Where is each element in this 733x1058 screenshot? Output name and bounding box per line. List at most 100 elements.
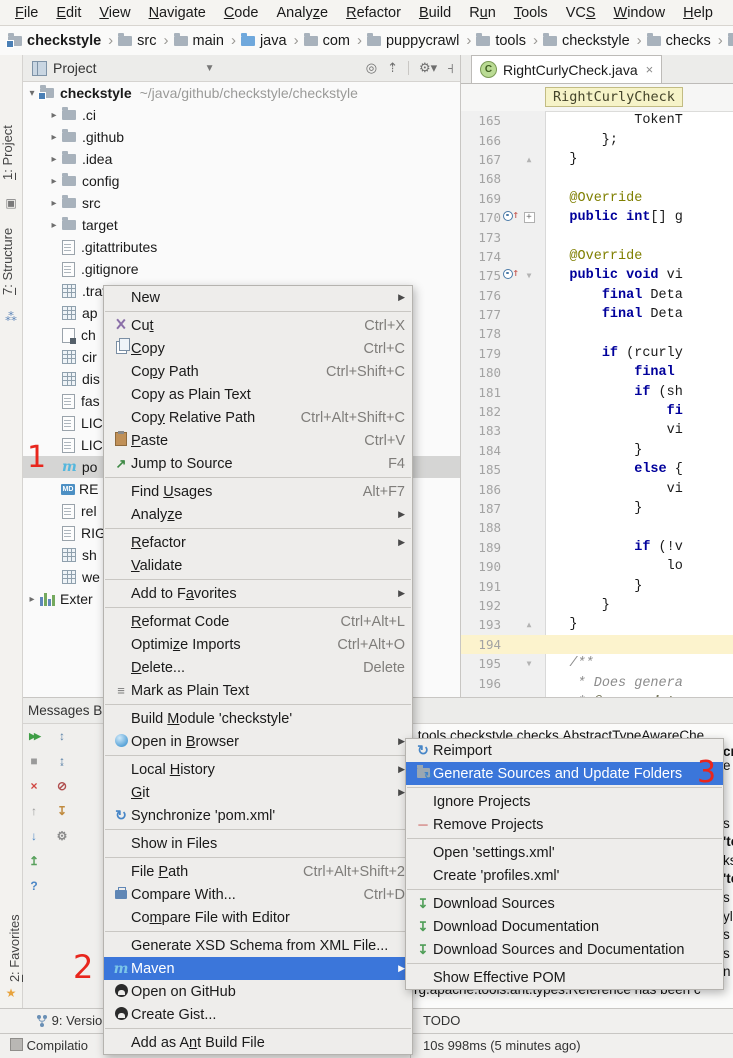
collapse-all-icon[interactable]: ↨ (54, 753, 70, 769)
tree-arrow-icon[interactable]: ▸ (26, 594, 38, 605)
code-area[interactable]: 165 TokenT166 };167▲ }168169 @Override17… (461, 111, 733, 697)
menubar-view[interactable]: View (90, 5, 139, 21)
context-menu-item-analyze[interactable]: Analyze▶ (104, 503, 412, 526)
context-menu-item-compare-with[interactable]: Compare With...Ctrl+D (104, 883, 412, 906)
context-menu-item-show-in-files[interactable]: Show in Files (104, 832, 412, 855)
context-menu-item-local-history[interactable]: Local History▶ (104, 758, 412, 781)
tree-item-ci[interactable]: ▸.ci (22, 104, 460, 126)
context-menu-item-synchronize-pom-xml[interactable]: ↻Synchronize 'pom.xml' (104, 804, 412, 827)
breadcrumb-com[interactable]: com (304, 33, 350, 49)
context-menu-item-open-on-github[interactable]: Open on GitHub (104, 980, 412, 1003)
close-icon[interactable]: × (26, 778, 42, 794)
context-menu-item-refactor[interactable]: Refactor▶ (104, 531, 412, 554)
menubar-analyze[interactable]: Analyze (268, 5, 338, 21)
context-menu-item-delete[interactable]: Delete...Delete (104, 656, 412, 679)
submenu-item-reimport[interactable]: ↻Reimport (406, 739, 723, 762)
context-menu-item-add-as-ant-build-file[interactable]: Add as Ant Build File (104, 1031, 412, 1054)
context-menu-item-create-gist[interactable]: Create Gist... (104, 1003, 412, 1026)
tree-item-github[interactable]: ▸.github (22, 126, 460, 148)
submenu-item-remove-projects[interactable]: ─Remove Projects (406, 813, 723, 836)
tree-arrow-icon[interactable]: ▸ (48, 154, 60, 165)
context-menu-item-optimize-imports[interactable]: Optimize ImportsCtrl+Alt+O (104, 633, 412, 656)
menubar-refactor[interactable]: Refactor (337, 5, 410, 21)
sidebar-tab-structure[interactable]: 7: Structure (0, 215, 22, 307)
breadcrumb-src[interactable]: src (118, 33, 156, 49)
tree-item-src[interactable]: ▸src (22, 192, 460, 214)
context-menu-item-jump-to-source[interactable]: ↗Jump to SourceF4 (104, 452, 412, 475)
context-menu-item-copy-as-plain-text[interactable]: Copy as Plain Text (104, 383, 412, 406)
fold-plus-icon[interactable]: + (521, 212, 537, 223)
export-icon[interactable]: ↥ (26, 853, 42, 869)
context-menu-item-validate[interactable]: Validate (104, 554, 412, 577)
tree-item-target[interactable]: ▸target (22, 214, 460, 236)
override-icon[interactable]: ↑ (501, 210, 521, 226)
context-menu-item-build-module-checkstyle[interactable]: Build Module 'checkstyle' (104, 707, 412, 730)
override-icon[interactable]: ↑ (503, 268, 519, 280)
menubar-help[interactable]: Help (674, 5, 722, 21)
collapse-all-icon[interactable]: ⇡ (387, 60, 398, 76)
menubar-tools[interactable]: Tools (505, 5, 557, 21)
menubar-code[interactable]: Code (215, 5, 268, 21)
context-menu-item-cut[interactable]: CutCtrl+X (104, 314, 412, 337)
tree-item-gitignore[interactable]: .gitignore (22, 258, 460, 280)
menubar-run[interactable]: Run (460, 5, 505, 21)
rerun-icon[interactable]: ▶▶ (26, 728, 42, 744)
submenu-item-generate-sources-and-update-folders[interactable]: Generate Sources and Update Folders (406, 762, 723, 785)
menubar-vcs[interactable]: VCS (557, 5, 605, 21)
fold-down-icon[interactable]: ▼ (521, 659, 537, 668)
submenu-item-download-sources-and-documentation[interactable]: ↧Download Sources and Documentation (406, 938, 723, 961)
submenu-item-download-documentation[interactable]: ↧Download Documentation (406, 915, 723, 938)
tab-rightcurlycheck[interactable]: C RightCurlyCheck.java × (471, 55, 662, 83)
tree-item-idea[interactable]: ▸.idea (22, 148, 460, 170)
context-menu-item-add-to-favorites[interactable]: Add to Favorites▶ (104, 582, 412, 605)
override-icon[interactable]: ↑ (501, 268, 521, 284)
context-menu-item-generate-xsd-schema-from-xml-file[interactable]: Generate XSD Schema from XML File... (104, 934, 412, 957)
expand-all-icon[interactable]: ↕ (54, 728, 70, 744)
breadcrumb-puppycrawl[interactable]: puppycrawl (367, 33, 459, 49)
breadcrumb-java[interactable]: java (241, 33, 287, 49)
stop-icon[interactable]: ■ (26, 753, 42, 769)
tree-arrow-icon[interactable]: ▸ (48, 176, 60, 187)
tree-arrow-icon[interactable]: ▸ (48, 198, 60, 209)
context-menu-item-file-path[interactable]: File PathCtrl+Alt+Shift+2 (104, 860, 412, 883)
settings-wrench-icon[interactable]: ⚙ (54, 828, 70, 844)
context-menu-item-mark-as-plain-text[interactable]: ≡Mark as Plain Text (104, 679, 412, 702)
tree-item-config[interactable]: ▸config (22, 170, 460, 192)
breadcrumb-checkstyle[interactable]: checkstyle (543, 33, 630, 49)
import-icon[interactable]: ↧ (54, 803, 70, 819)
override-icon[interactable]: ↑ (503, 210, 519, 222)
context-menu-item-copy-path[interactable]: Copy PathCtrl+Shift+C (104, 360, 412, 383)
submenu-item-download-sources[interactable]: ↧Download Sources (406, 892, 723, 915)
menubar-edit[interactable]: Edit (47, 5, 90, 21)
context-menu-item-copy[interactable]: CopyCtrl+C (104, 337, 412, 360)
submenu-item-create-profiles-xml[interactable]: Create 'profiles.xml' (406, 864, 723, 887)
breadcrumb-tools[interactable]: tools (476, 33, 526, 49)
submenu-item-open-settings-xml[interactable]: Open 'settings.xml' (406, 841, 723, 864)
menubar-window[interactable]: Window (605, 5, 675, 21)
context-menu-item-copy-relative-path[interactable]: Copy Relative PathCtrl+Alt+Shift+C (104, 406, 412, 429)
version-control-button[interactable]: 9: Versio (36, 1013, 102, 1028)
fold-up-icon[interactable]: ▲ (521, 155, 537, 164)
menubar-file[interactable]: File (6, 5, 47, 21)
sidebar-tab-favorites[interactable]: 2: Favorites (0, 896, 22, 982)
menubar-navigate[interactable]: Navigate (140, 5, 215, 21)
context-menu-item-reformat-code[interactable]: Reformat CodeCtrl+Alt+L (104, 610, 412, 633)
project-panel-header[interactable]: Project ▼ ◎ ⇡ ⚙▾ ⊦ (22, 55, 460, 82)
context-menu-item-open-in-browser[interactable]: Open in Browser▶ (104, 730, 412, 753)
context-menu-item-maven[interactable]: mMaven▶ (104, 957, 412, 980)
locate-icon[interactable]: ◎ (366, 60, 377, 76)
context-menu-item-find-usages[interactable]: Find UsagesAlt+F7 (104, 480, 412, 503)
context-menu-item-compare-file-with-editor[interactable]: Compare File with Editor (104, 906, 412, 929)
tree-arrow-icon[interactable]: ▸ (48, 110, 60, 121)
help-icon[interactable]: ? (26, 878, 42, 894)
project-view-dropdown-icon[interactable]: ▼ (205, 63, 215, 74)
sidebar-tab-project[interactable]: 1: Project (0, 113, 22, 193)
tree-item-checkstyle[interactable]: ▾checkstyle~/java/github/checkstyle/chec… (22, 82, 460, 104)
breadcrumb-chip[interactable]: RightCurlyCheck (545, 87, 683, 107)
context-menu-item-git[interactable]: Git▶ (104, 781, 412, 804)
tree-arrow-icon[interactable]: ▾ (26, 88, 38, 99)
hide-passed-icon[interactable]: ⊘ (54, 778, 70, 794)
up-icon[interactable]: ↑ (26, 803, 42, 819)
tree-arrow-icon[interactable]: ▸ (48, 220, 60, 231)
submenu-item-show-effective-pom[interactable]: Show Effective POM (406, 966, 723, 989)
